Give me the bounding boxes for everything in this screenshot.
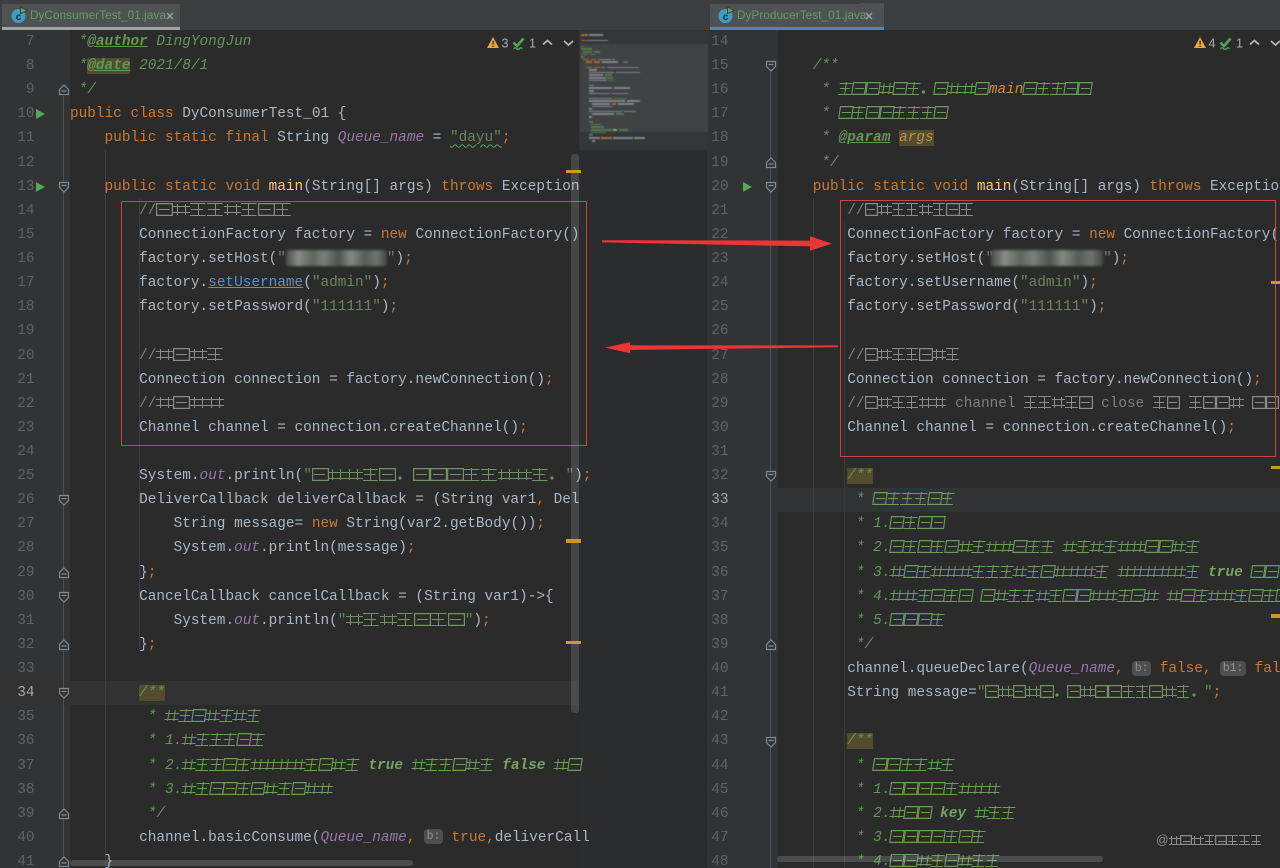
svg-text:3: 3 [502, 37, 509, 51]
svg-text:1: 1 [1236, 37, 1243, 51]
svg-text:4: 4 [1209, 37, 1216, 51]
svg-text:1: 1 [529, 37, 536, 51]
